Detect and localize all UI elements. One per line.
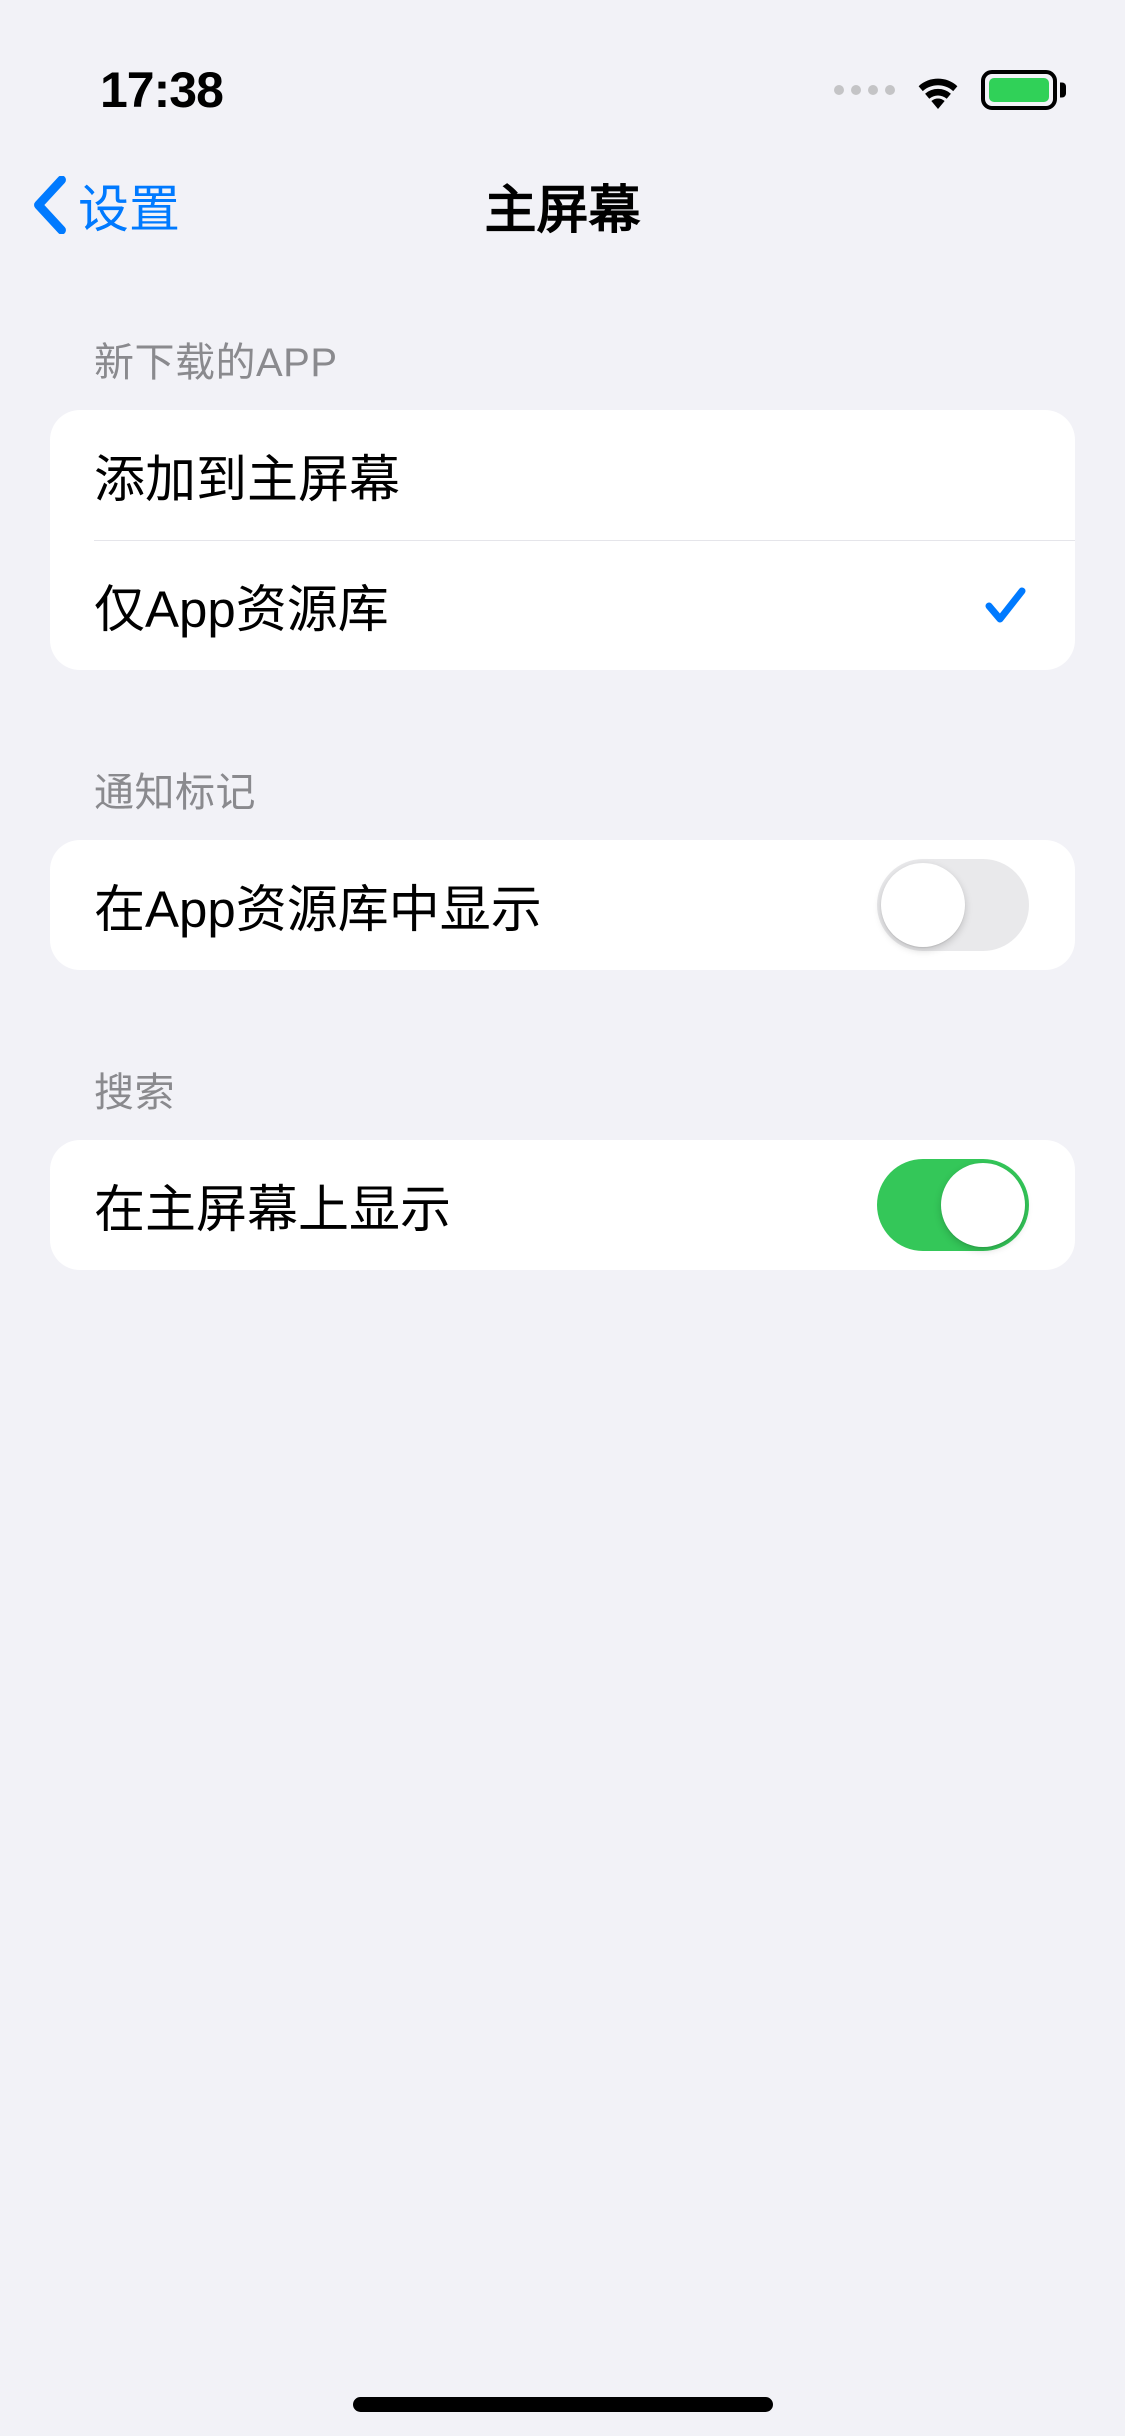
signal-dots-icon — [834, 85, 895, 95]
page-title: 主屏幕 — [484, 168, 640, 243]
cell-label: 在App资源库中显示 — [94, 868, 542, 942]
navigation-bar: 设置 主屏幕 — [0, 140, 1125, 270]
back-label: 设置 — [78, 168, 180, 242]
section-header: 新下载的APP — [50, 330, 1075, 410]
toggle-show-in-app-library[interactable] — [877, 859, 1029, 951]
section-search: 搜索 在主屏幕上显示 — [50, 1060, 1075, 1270]
battery-icon — [981, 70, 1065, 110]
home-indicator[interactable] — [353, 2397, 773, 2412]
chevron-left-icon — [30, 176, 70, 234]
section-notification-badges: 通知标记 在App资源库中显示 — [50, 760, 1075, 970]
status-indicators — [834, 70, 1065, 110]
status-bar: 17:38 — [0, 0, 1125, 140]
switch-thumb — [881, 863, 965, 947]
row-show-in-app-library: 在App资源库中显示 — [50, 840, 1075, 970]
section-header: 通知标记 — [50, 760, 1075, 840]
option-app-library-only[interactable]: 仅App资源库 — [50, 540, 1075, 670]
status-time: 17:38 — [100, 61, 223, 119]
list-group: 在主屏幕上显示 — [50, 1140, 1075, 1270]
content: 新下载的APP 添加到主屏幕 仅App资源库 通知标记 在App资源库中显示 — [0, 330, 1125, 1270]
section-header: 搜索 — [50, 1060, 1075, 1140]
list-group: 在App资源库中显示 — [50, 840, 1075, 970]
row-show-on-home-screen: 在主屏幕上显示 — [50, 1140, 1075, 1270]
cell-label: 添加到主屏幕 — [94, 438, 400, 512]
back-button[interactable]: 设置 — [30, 168, 180, 242]
switch-thumb — [941, 1163, 1025, 1247]
section-new-downloads: 新下载的APP 添加到主屏幕 仅App资源库 — [50, 330, 1075, 670]
option-add-to-home[interactable]: 添加到主屏幕 — [50, 410, 1075, 540]
list-group: 添加到主屏幕 仅App资源库 — [50, 410, 1075, 670]
checkmark-icon — [981, 581, 1029, 629]
wifi-icon — [913, 71, 963, 109]
cell-label: 仅App资源库 — [94, 568, 389, 642]
toggle-show-on-home-screen[interactable] — [877, 1159, 1029, 1251]
cell-label: 在主屏幕上显示 — [94, 1168, 451, 1242]
